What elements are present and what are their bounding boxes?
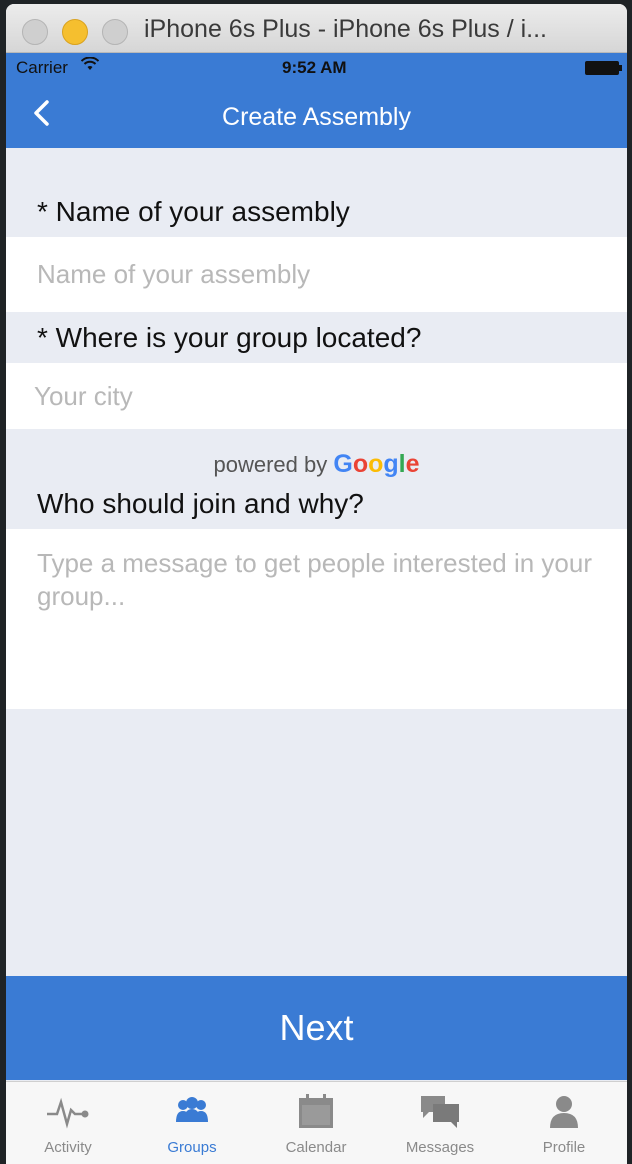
calendar-icon bbox=[254, 1092, 378, 1130]
minimize-window-button[interactable] bbox=[62, 19, 88, 45]
tab-messages-label: Messages bbox=[405, 1139, 475, 1156]
status-time: 9:52 AM bbox=[282, 58, 347, 77]
tab-profile[interactable]: Profile bbox=[502, 1082, 626, 1164]
tab-calendar[interactable]: Calendar bbox=[254, 1082, 378, 1164]
carrier-label: Carrier bbox=[16, 58, 68, 77]
tab-groups-label: Groups bbox=[167, 1139, 217, 1156]
google-logo: Google bbox=[333, 450, 420, 478]
tab-groups[interactable]: Groups bbox=[130, 1082, 254, 1164]
window-title: iPhone 6s Plus - iPhone 6s Plus / i... bbox=[144, 15, 547, 43]
profile-icon bbox=[502, 1092, 626, 1130]
next-button[interactable]: Next bbox=[6, 976, 627, 1080]
tab-messages[interactable]: Messages bbox=[378, 1082, 502, 1164]
zoom-window-button[interactable] bbox=[102, 19, 128, 45]
tab-profile-label: Profile bbox=[542, 1139, 586, 1156]
close-window-button[interactable] bbox=[22, 19, 48, 45]
activity-icon bbox=[6, 1092, 130, 1130]
navigation-bar: Create Assembly bbox=[6, 83, 627, 148]
groups-icon bbox=[130, 1092, 254, 1130]
tab-activity-label: Activity bbox=[44, 1139, 92, 1156]
powered-by-google: powered by Google bbox=[6, 450, 627, 479]
assembly-name-input[interactable] bbox=[6, 237, 627, 312]
wifi-icon bbox=[80, 56, 100, 75]
location-label: * Where is your group located? bbox=[37, 322, 422, 353]
powered-by-text: powered by bbox=[213, 452, 328, 477]
window-titlebar: iPhone 6s Plus - iPhone 6s Plus / i... bbox=[6, 4, 627, 53]
status-bar: Carrier 9:52 AM bbox=[6, 53, 627, 83]
messages-icon bbox=[378, 1092, 502, 1130]
tab-calendar-label: Calendar bbox=[285, 1139, 347, 1156]
tab-activity[interactable]: Activity bbox=[6, 1082, 130, 1164]
page-title: Create Assembly bbox=[222, 103, 411, 131]
battery-icon bbox=[585, 61, 622, 75]
city-input[interactable] bbox=[6, 363, 627, 429]
assembly-name-label: * Name of your assembly bbox=[37, 196, 350, 227]
why-join-label: Who should join and why? bbox=[37, 488, 364, 519]
simulator-window: iPhone 6s Plus - iPhone 6s Plus / i... C… bbox=[6, 4, 627, 1164]
tab-bar: Activity Groups Calendar Messages Profil… bbox=[6, 1081, 627, 1164]
why-join-textarea[interactable] bbox=[6, 529, 627, 709]
